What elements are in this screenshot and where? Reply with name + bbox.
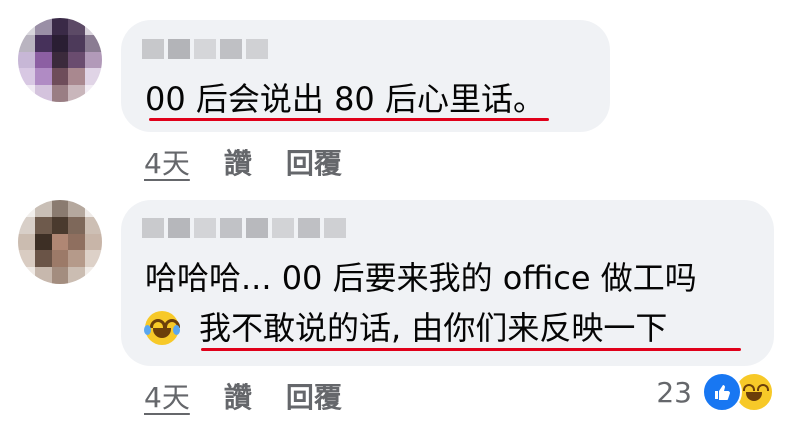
comment-actions: 4天 讚 回覆 [144,376,376,416]
like-button[interactable]: 讚 [224,376,252,416]
comment-text: 我不敢说的话, 由你们来反映一下 [199,309,668,347]
red-underline [149,118,549,121]
commenter-name-redacted[interactable] [142,218,346,238]
avatar[interactable] [18,200,102,284]
comment-text-line-1: 哈哈哈... 00 后要来我的 office 做工吗 [145,259,697,297]
laughing-emoji-icon [144,311,180,345]
like-button[interactable]: 讚 [224,142,252,182]
reply-button[interactable]: 回覆 [286,376,342,416]
comment-actions: 4天 讚 回覆 [144,142,376,182]
reaction-count[interactable]: 23 [656,376,692,409]
like-icon [702,372,742,412]
comment-time-link[interactable]: 4天 [144,376,190,416]
comment-bubble: 哈哈哈... 00 后要来我的 office 做工吗 我不敢说的话, 由你们来反… [121,200,774,366]
red-underline [201,348,741,351]
commenter-name-redacted[interactable] [142,39,268,59]
avatar[interactable] [18,18,102,102]
reply-button[interactable]: 回覆 [286,142,342,182]
comment-text-line-2: 我不敢说的话, 由你们来反映一下 [144,307,668,349]
reactions-summary[interactable]: 23 [656,372,774,412]
comment-bubble: 00 后会说出 80 后心里话。 [121,20,610,132]
comment-text: 00 后会说出 80 后心里话。 [145,80,545,118]
comment-time-link[interactable]: 4天 [144,142,190,182]
